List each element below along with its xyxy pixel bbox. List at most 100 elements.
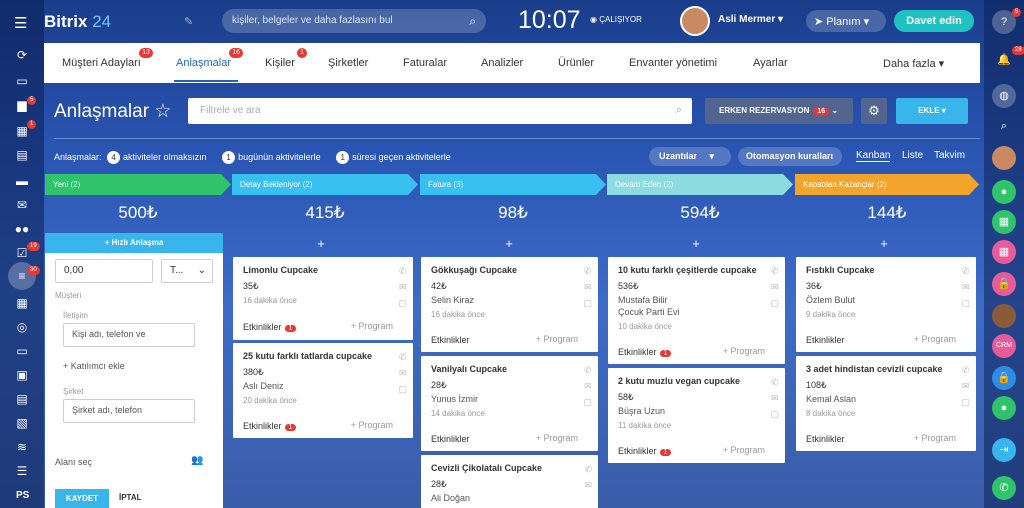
add-participant-link[interactable]: + Katılımcı ekle [63, 361, 125, 371]
deal-title[interactable]: Limonlu Cupcake [243, 265, 318, 275]
apps-icon[interactable]: ▦ [13, 296, 31, 310]
activities-link[interactable]: Etkinlikler 1 [243, 322, 297, 332]
contact-icons[interactable]: ✆ ✉ [584, 461, 592, 493]
schedule-link[interactable]: + Program [723, 445, 765, 455]
deal-contact[interactable]: Selin Kiraz [431, 295, 474, 305]
deal-card[interactable]: Fıstıklı Cupcake 36₺ Özlem Bulut 9 dakik… [796, 257, 976, 352]
deal-contact[interactable]: Mustafa Bilir [618, 295, 668, 305]
messenger-icon[interactable]: ◍ [992, 84, 1016, 108]
amount-input[interactable]: 0,00 [55, 259, 153, 283]
contact-icons[interactable]: ✆ ✉ ▢ [398, 349, 407, 397]
inbox-icon[interactable]: ▭ [13, 74, 31, 88]
tab-contacts[interactable]: Kişiler 1 [265, 48, 307, 69]
deal-card[interactable]: 10 kutu farklı çeşitlerde cupcake 536₺ M… [608, 257, 785, 364]
activities-link[interactable]: Etkinlikler 1 [618, 347, 672, 357]
work-status[interactable]: ◉ ÇALIŞIYOR [590, 15, 642, 24]
save-button[interactable]: KAYDET [55, 489, 109, 508]
view-list[interactable]: Liste [902, 150, 923, 161]
counter-text[interactable]: süresi geçen aktivitelerle [352, 152, 451, 162]
screen-icon[interactable]: ▭ [13, 344, 31, 358]
select-fields-link[interactable]: Alanı seç [55, 457, 92, 467]
document-icon[interactable]: ▤ [13, 148, 31, 162]
settings-button[interactable]: ⚙ [861, 98, 887, 124]
contact-input[interactable]: Kişi adı, telefon ve [63, 323, 195, 347]
counter-badge[interactable]: 4 [107, 151, 121, 164]
tab-products[interactable]: Ürünler [558, 57, 594, 69]
add-deal-plus-icon[interactable]: + [232, 236, 410, 251]
app-logo[interactable]: Bitrix 24 [44, 12, 111, 32]
deal-contact[interactable]: Özlem Bulut [806, 295, 855, 305]
sites-icon[interactable]: ▧ [13, 416, 31, 430]
deal-card[interactable]: 2 kutu muzlu vegan cupcake 58₺ Büşra Uzu… [608, 368, 785, 463]
contact-avatar-2[interactable] [992, 304, 1016, 328]
add-button[interactable]: EKLE ▾ [896, 98, 968, 124]
mail-icon[interactable]: ✉ [13, 198, 31, 212]
group-icon[interactable]: ● [992, 180, 1016, 204]
tab-analytics[interactable]: Analizler [481, 57, 523, 69]
contact-icons[interactable]: ✆ ✉ ▢ [770, 263, 779, 311]
deal-title[interactable]: 10 kutu farklı çeşitlerde cupcake [618, 265, 757, 275]
deal-contact[interactable]: Kemal Aslan [806, 394, 856, 404]
menu-icon[interactable]: ☰ [14, 14, 27, 32]
planim-button[interactable]: ➤ Planım ▾ [806, 10, 886, 32]
counter-badge[interactable]: 1 [222, 151, 236, 164]
avatar[interactable] [680, 6, 710, 36]
star-icon[interactable]: ☆ [154, 101, 171, 122]
people-icon[interactable]: 👥 [191, 455, 203, 466]
activities-link[interactable]: Etkinlikler [806, 434, 845, 444]
contact-icons[interactable]: ✆ ✉ ▢ [961, 263, 970, 311]
user-menu[interactable]: Asli Mermer ▾ [718, 14, 783, 25]
deal-title[interactable]: Vanilyalı Cupcake [431, 364, 507, 374]
contact-avatar[interactable] [992, 146, 1016, 170]
view-kanban[interactable]: Kanban [856, 150, 891, 162]
counter-text[interactable]: aktiviteler olmaksızın [123, 152, 207, 162]
search-icon-right[interactable]: ⌕ [992, 114, 1016, 138]
bag-icon[interactable]: ▣ [13, 368, 31, 382]
add-deal-plus-icon[interactable]: + [795, 236, 973, 251]
schedule-link[interactable]: + Program [536, 433, 578, 443]
pipeline-selector[interactable]: ERKEN REZERVASYON 16 ⌄ [705, 98, 853, 124]
activities-link[interactable]: Etkinlikler 1 [243, 421, 297, 431]
activities-link[interactable]: Etkinlikler [431, 434, 470, 444]
deal-contact[interactable]: Büşra Uzun [618, 406, 665, 416]
chevron-down-icon[interactable]: ▾ [942, 106, 946, 115]
groups-icon[interactable]: ●● [13, 222, 31, 236]
schedule-link[interactable]: + Program [914, 334, 956, 344]
deal-card[interactable]: Vanilyalı Cupcake 28₺ Yunus İzmir 14 dak… [421, 356, 598, 451]
deal-title[interactable]: Gökkuşağı Cupcake [431, 265, 517, 275]
schedule-link[interactable]: + Program [723, 346, 765, 356]
column-header-detail[interactable]: Detay Bekleniyor (2) [232, 174, 418, 195]
group-green-icon[interactable]: ● [992, 396, 1016, 420]
deal-card[interactable]: Cevizli Çikolatalı Cupcake 28₺ Ali Doğan… [421, 455, 598, 508]
company-input[interactable]: Şirket adı, telefon [63, 399, 195, 423]
deal-title[interactable]: Fıstıklı Cupcake [806, 265, 875, 275]
phone-icon[interactable]: ✆ [992, 476, 1016, 500]
deal-title[interactable]: 25 kutu farklı tatlarda cupcake [243, 351, 372, 361]
cancel-button[interactable]: İPTAL [119, 493, 142, 502]
add-deal-plus-icon[interactable]: + [607, 236, 785, 251]
tab-leads[interactable]: Müşteri Adayları 13 [62, 48, 153, 69]
deal-contact[interactable]: Yunus İzmir [431, 394, 478, 404]
tab-inventory[interactable]: Envanter yönetimi [629, 57, 717, 69]
deal-card[interactable]: Gökkuşağı Cupcake 42₺ Selin Kiraz 16 dak… [421, 257, 598, 352]
activities-link[interactable]: Etkinlikler [806, 335, 845, 345]
contact-icons[interactable]: ✆ ✉ ▢ [961, 362, 970, 410]
search-input[interactable]: kişiler, belgeler ve daha fazlasını bul ⌕ [222, 9, 486, 33]
view-calendar[interactable]: Takvim [934, 150, 965, 161]
tab-companies[interactable]: Şirketler [328, 57, 368, 69]
activities-link[interactable]: Etkinlikler [431, 335, 470, 345]
deal-contact[interactable]: Aslı Deniz [243, 381, 284, 391]
contact-icons[interactable]: ✆ ✉ ▢ [583, 263, 592, 311]
store-icon[interactable]: ▤ [13, 392, 31, 406]
invite-button[interactable]: Davet edin [894, 10, 974, 32]
deal-title[interactable]: Cevizli Çikolatalı Cupcake [431, 463, 542, 473]
calendar-pink-icon[interactable]: ▦ [992, 240, 1016, 264]
schedule-link[interactable]: + Program [914, 433, 956, 443]
deal-title[interactable]: 3 adet hindistan cevizli cupcake [806, 364, 943, 374]
column-header-new[interactable]: Yeni (2) [45, 174, 231, 195]
lock-pink-icon[interactable]: 🔒 [992, 272, 1016, 296]
deal-card[interactable]: 3 adet hindistan cevizli cupcake 108₺ Ke… [796, 356, 976, 451]
refresh-icon[interactable]: ⟳ [13, 48, 31, 62]
crm-chat-icon[interactable]: CRM [992, 334, 1016, 358]
search-icon[interactable]: ⌕ [469, 14, 476, 29]
